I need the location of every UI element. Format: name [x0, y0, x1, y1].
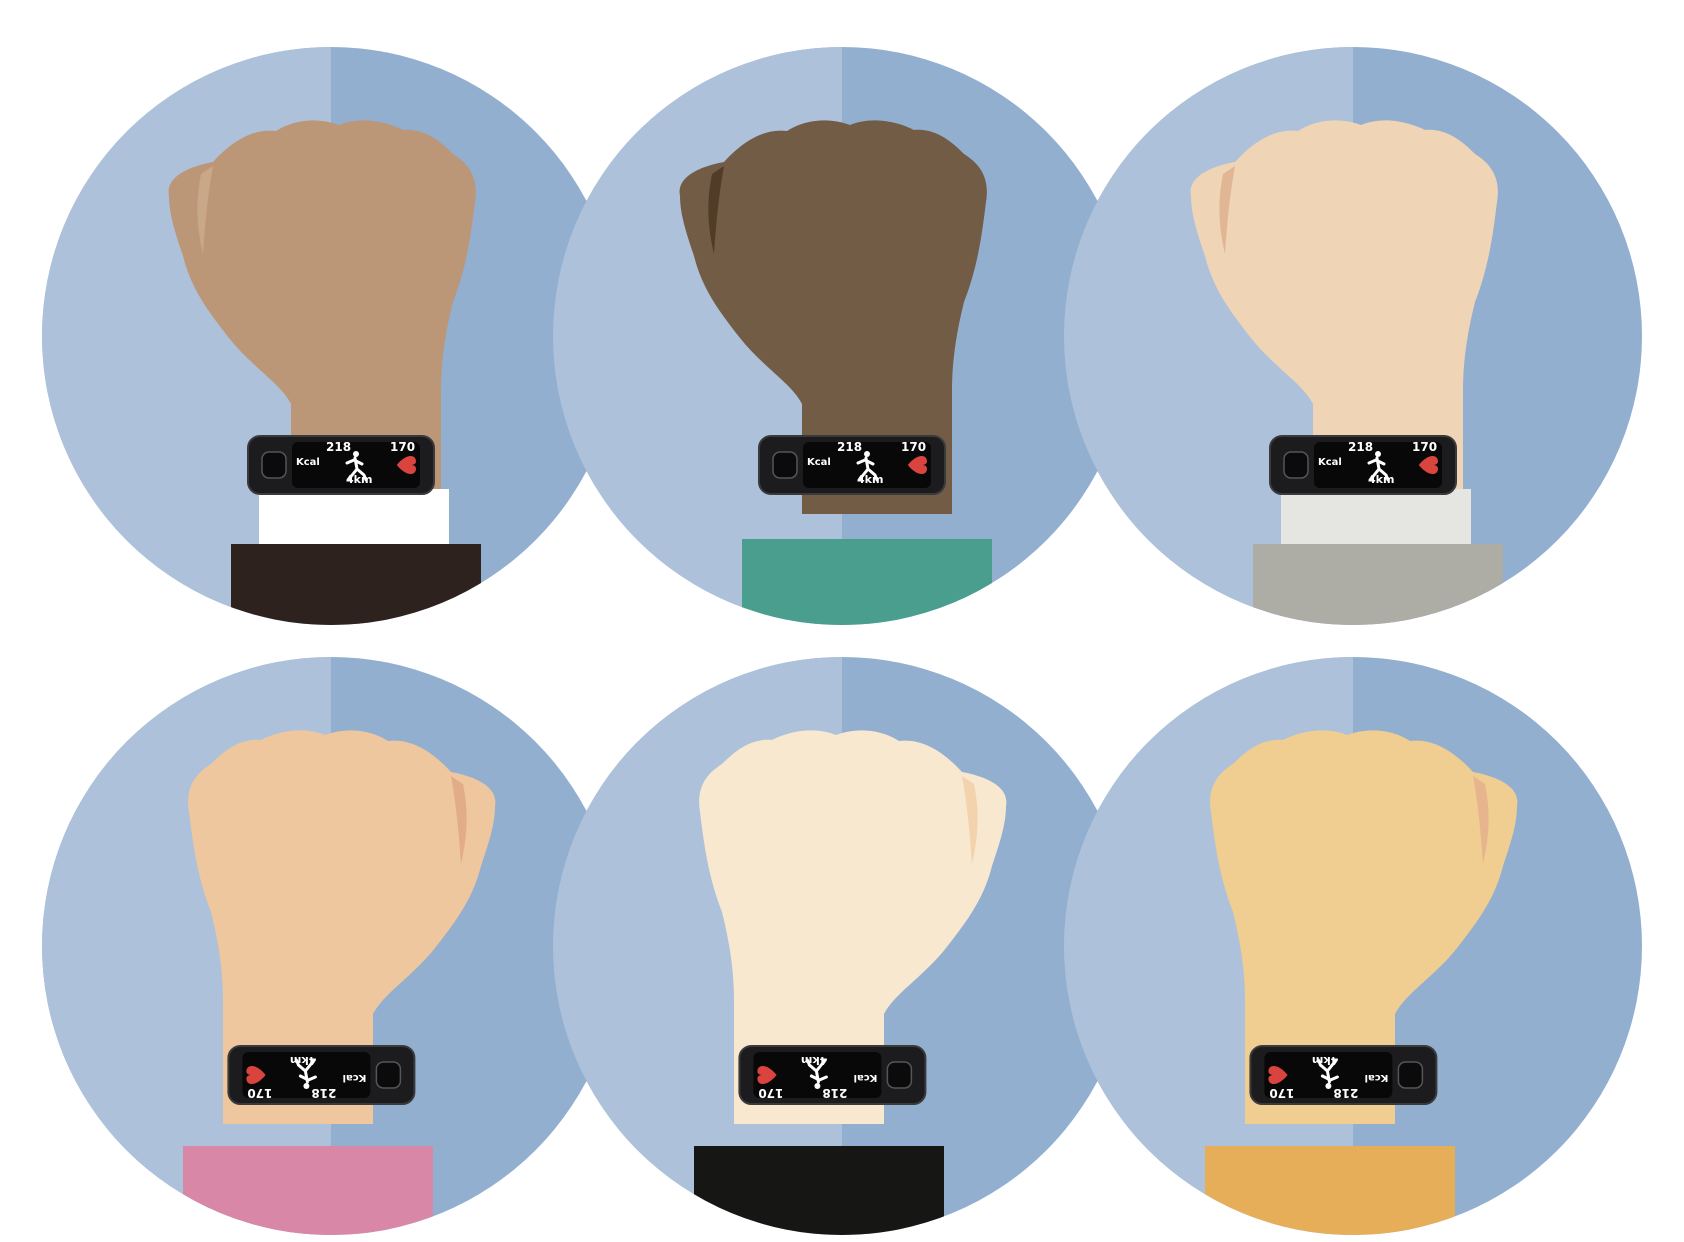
runner-head: [814, 1083, 821, 1089]
shirt-cuff: [1281, 489, 1471, 544]
calories-value: 218: [822, 1086, 847, 1100]
distance-value: 4km: [1312, 1054, 1338, 1067]
calories-label: Kcal: [807, 457, 831, 468]
calories-value: 218: [1333, 1086, 1358, 1100]
calories-label: Kcal: [343, 1072, 367, 1083]
band-button: [261, 451, 287, 479]
fitness-band: 170 4km Kcal 218: [1269, 435, 1457, 495]
calories-label: Kcal: [296, 457, 320, 468]
calories-value: 218: [1348, 440, 1373, 454]
fitness-band: 170 4km Kcal 218: [1249, 1045, 1438, 1105]
shirt-cuff: [259, 489, 449, 544]
calories-label: Kcal: [854, 1072, 878, 1083]
heart-rate-value: 170: [1412, 440, 1437, 454]
fitness-band: 170 4km Kcal 218: [227, 1045, 416, 1105]
runner-head: [353, 451, 359, 457]
band-button: [1397, 1061, 1424, 1089]
wrist-panel-top-right: 170 4km Kcal 218: [1064, 47, 1642, 625]
circle-content: 170 4km Kcal 218: [553, 47, 992, 625]
wrist-panel-bottom-left: 170 4km Kcal 218: [42, 657, 620, 1235]
heart-rate-value: 170: [247, 1086, 272, 1100]
sleeve: [1205, 1146, 1455, 1235]
distance-value: 4km: [290, 1054, 316, 1067]
fitness-tracker-illustration: 170 4km Kcal 218 170 4km Kcal 218 170 4km Kcal 21…: [42, 47, 1642, 1235]
band-button: [375, 1061, 402, 1089]
fitness-band: 170 4km Kcal 218: [758, 435, 946, 495]
calories-label: Kcal: [1365, 1072, 1389, 1083]
heart-rate-value: 170: [390, 440, 415, 454]
wrist-panel-top-middle: 170 4km Kcal 218: [553, 47, 1131, 625]
band-button: [886, 1061, 913, 1089]
band-button: [772, 451, 798, 479]
sleeve: [183, 1146, 433, 1235]
distance-value: 4km: [1368, 473, 1394, 486]
distance-value: 4km: [346, 473, 372, 486]
calories-value: 218: [837, 440, 862, 454]
circle-content: 170 4km Kcal 218: [1064, 47, 1503, 625]
fitness-band: 170 4km Kcal 218: [247, 435, 435, 495]
runner-head: [1375, 451, 1381, 457]
fitness-band: 170 4km Kcal 218: [738, 1045, 927, 1105]
wrist-panel-bottom-middle: 170 4km Kcal 218: [553, 657, 1131, 1235]
sleeve: [742, 539, 992, 625]
heart-rate-value: 170: [1269, 1086, 1294, 1100]
wrist-panel-bottom-right: 170 4km Kcal 218: [1064, 657, 1642, 1235]
calories-value: 218: [326, 440, 351, 454]
distance-value: 4km: [801, 1054, 827, 1067]
sleeve: [694, 1146, 944, 1235]
distance-value: 4km: [857, 473, 883, 486]
runner-head: [303, 1083, 310, 1089]
wrist-panel-top-left: 170 4km Kcal 218: [42, 47, 620, 625]
heart-rate-value: 170: [758, 1086, 783, 1100]
band-button: [1283, 451, 1309, 479]
calories-label: Kcal: [1318, 457, 1342, 468]
heart-rate-value: 170: [901, 440, 926, 454]
runner-head: [1325, 1083, 1332, 1089]
circle-content: 170 4km Kcal 218: [42, 47, 481, 625]
runner-head: [864, 451, 870, 457]
calories-value: 218: [311, 1086, 336, 1100]
